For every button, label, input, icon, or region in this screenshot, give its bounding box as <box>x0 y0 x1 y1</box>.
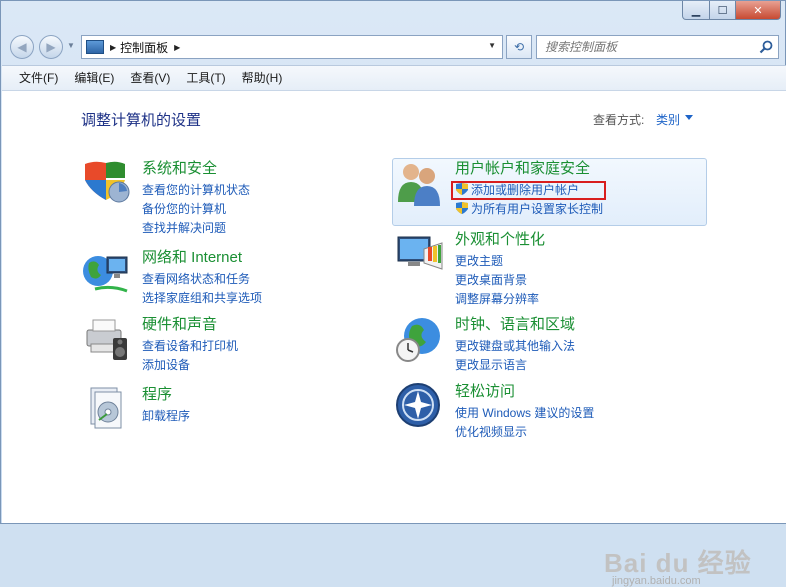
control-panel-icon <box>86 40 104 54</box>
category-title[interactable]: 程序 <box>142 383 172 404</box>
highlight-annotation-box <box>451 181 606 200</box>
link-screen-resolution[interactable]: 调整屏幕分辨率 <box>455 290 539 307</box>
menu-bar: 文件(F) 编辑(E) 查看(V) 工具(T) 帮助(H) <box>2 65 786 91</box>
breadcrumb-control-panel[interactable]: 控制面板 <box>120 39 168 56</box>
menu-tools[interactable]: 工具(T) <box>178 67 233 89</box>
minimize-button[interactable]: ▁ <box>682 1 710 20</box>
page-title: 调整计算机的设置 <box>81 112 202 129</box>
search-box[interactable] <box>536 35 779 59</box>
address-bar[interactable]: ▶ 控制面板 ▶ ▼ <box>81 35 503 59</box>
close-button[interactable]: ✕ <box>736 1 781 20</box>
clock-language-icon <box>396 318 440 362</box>
category-title[interactable]: 系统和安全 <box>142 157 217 178</box>
link-change-theme[interactable]: 更改主题 <box>455 252 503 269</box>
link-desktop-background[interactable]: 更改桌面背景 <box>455 271 527 288</box>
recent-pages-dropdown[interactable]: ▼ <box>67 41 75 50</box>
category-title[interactable]: 网络和 Internet <box>142 246 242 267</box>
forward-button[interactable]: ▶ <box>39 35 63 59</box>
link-homegroup-sharing[interactable]: 选择家庭组和共享选项 <box>142 289 262 306</box>
uac-shield-icon <box>456 202 468 214</box>
system-security-icon <box>85 161 130 203</box>
search-input[interactable] <box>543 37 747 57</box>
view-by-dropdown-icon[interactable] <box>685 115 693 120</box>
link-troubleshoot[interactable]: 查找并解决问题 <box>142 219 226 236</box>
refresh-button[interactable]: ⟲ <box>506 35 532 59</box>
link-network-status[interactable]: 查看网络状态和任务 <box>142 270 250 287</box>
link-parental-controls[interactable]: 为所有用户设置家长控制 <box>455 200 603 217</box>
link-view-computer-status[interactable]: 查看您的计算机状态 <box>142 181 250 198</box>
link-windows-recommended-settings[interactable]: 使用 Windows 建议的设置 <box>455 404 594 421</box>
user-accounts-icon <box>398 164 440 206</box>
maximize-button[interactable]: ☐ <box>710 1 736 20</box>
watermark-url: jingyan.baidu.com <box>612 575 701 587</box>
link-backup-computer[interactable]: 备份您的计算机 <box>142 200 226 217</box>
programs-icon <box>90 387 122 429</box>
category-title[interactable]: 用户帐户和家庭安全 <box>455 157 590 178</box>
link-optimize-video-display[interactable]: 优化视频显示 <box>455 423 527 440</box>
menu-view[interactable]: 查看(V) <box>122 67 178 89</box>
address-dropdown-icon[interactable]: ▼ <box>488 41 496 50</box>
view-by-label: 查看方式: <box>593 113 645 127</box>
link-uninstall-program[interactable]: 卸载程序 <box>142 407 190 424</box>
category-title[interactable]: 硬件和声音 <box>142 313 217 334</box>
navigation-bar: ◀ ▶ ▼ ▶ 控制面板 ▶ ▼ ⟲ <box>1 31 786 61</box>
category-title[interactable]: 外观和个性化 <box>455 228 545 249</box>
category-title[interactable]: 时钟、语言和区域 <box>455 313 575 334</box>
breadcrumb-root-chevron-icon[interactable]: ▶ <box>110 43 116 52</box>
link-add-device[interactable]: 添加设备 <box>142 356 190 373</box>
link-change-display-language[interactable]: 更改显示语言 <box>455 356 527 373</box>
category-title[interactable]: 轻松访问 <box>455 380 515 401</box>
view-by-dropdown[interactable]: 类别 <box>656 111 680 128</box>
search-icon[interactable] <box>758 39 774 55</box>
menu-file[interactable]: 文件(F) <box>2 67 66 89</box>
network-internet-icon <box>83 256 128 293</box>
menu-edit[interactable]: 编辑(E) <box>66 67 122 89</box>
menu-help[interactable]: 帮助(H) <box>234 67 291 89</box>
appearance-icon <box>397 236 443 270</box>
main-content: 调整计算机的设置 查看方式: 类别 系统和安全 查看您的计算机状态 备份您的计算… <box>2 91 786 587</box>
control-panel-window: ▁ ☐ ✕ ◀ ▶ ▼ ▶ 控制面板 ▶ ▼ ⟲ 文件(F) 编辑(E) 查看(… <box>0 0 786 587</box>
link-label: 为所有用户设置家长控制 <box>471 202 604 216</box>
baidu-jingyan-watermark: Bai du 经验 jingyan.baidu.com <box>604 543 752 587</box>
back-button[interactable]: ◀ <box>10 35 34 59</box>
link-devices-printers[interactable]: 查看设备和打印机 <box>142 337 238 354</box>
breadcrumb-chevron-icon[interactable]: ▶ <box>174 43 180 52</box>
link-change-input-method[interactable]: 更改键盘或其他输入法 <box>455 337 575 354</box>
hardware-sound-icon <box>86 319 127 360</box>
ease-of-access-icon <box>396 383 440 427</box>
window-controls: ▁ ☐ ✕ <box>682 1 781 20</box>
watermark-logo-text: Bai du 经验 <box>604 548 752 578</box>
